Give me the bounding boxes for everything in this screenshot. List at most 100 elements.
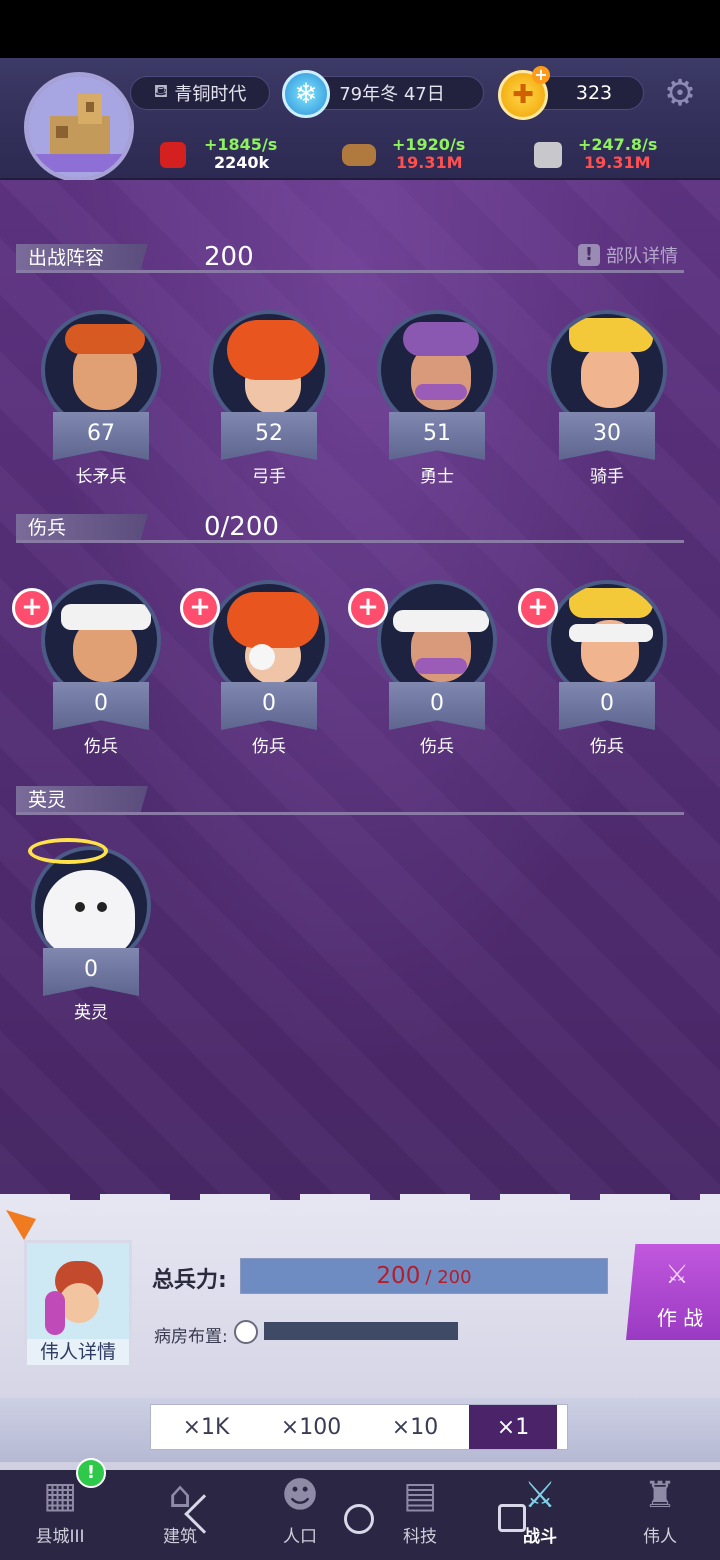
stone-icon <box>534 142 562 168</box>
nav-building-label: 建筑 <box>163 1527 197 1547</box>
heal-plus-icon[interactable]: + <box>518 588 558 628</box>
hero-details-label: 伟人详情 <box>27 1339 129 1365</box>
era-pill[interactable]: ⛾ 青铜时代 <box>130 76 270 110</box>
era-label: 青铜时代 <box>174 84 247 105</box>
unit-spearman[interactable]: 67 长矛兵 <box>36 310 166 487</box>
archer-count-badge: 52 <box>221 412 317 460</box>
rider-name: 骑手 <box>590 467 624 487</box>
troop-details-label: 部队详情 <box>606 246 678 267</box>
unit-warrior[interactable]: 51 勇士 <box>372 310 502 487</box>
nav-tech[interactable]: ▤ 科技 <box>360 1470 480 1560</box>
home-gesture-icon[interactable] <box>344 1504 374 1534</box>
multiplier-10[interactable]: ×10 <box>361 1405 469 1449</box>
wood-icon <box>342 144 376 166</box>
rider-face-icon <box>581 344 639 408</box>
spirit-name: 英灵 <box>74 1003 108 1023</box>
fight-label: 作 战 <box>656 1306 704 1330</box>
warrior-count-badge: 51 <box>389 412 485 460</box>
total-strength-max: / 200 <box>425 1267 472 1288</box>
wounded-count: 0/200 <box>204 512 279 542</box>
wood-amount: 19.31M <box>396 153 463 172</box>
deploy-divider <box>16 270 684 273</box>
multiplier-group: ×1K ×100 ×10 ×1 <box>150 1404 568 1450</box>
ghost-icon <box>43 870 135 956</box>
city-emblem[interactable] <box>24 72 134 182</box>
ward-layout-label: 病房布置: <box>154 1327 228 1347</box>
wood-rate: +1920/s <box>392 135 466 154</box>
wounded-unit-2[interactable]: 0 伤兵 <box>204 580 334 757</box>
heal-plus-icon[interactable]: + <box>348 588 388 628</box>
alert-badge-icon: ! <box>76 1458 106 1488</box>
great-person-icon: ♜ <box>643 1475 677 1516</box>
population-icon: ☻ <box>281 1475 319 1516</box>
multiplier-1k[interactable]: ×1K <box>151 1405 261 1449</box>
wounded-unit-1[interactable]: 0 伤兵 <box>36 580 166 757</box>
nav-population-label: 人口 <box>283 1527 317 1547</box>
heal-plus-icon[interactable]: + <box>180 588 220 628</box>
unit-archer[interactable]: 52 弓手 <box>204 310 334 487</box>
status-bar <box>0 0 720 58</box>
nav-great-person-label: 伟人 <box>643 1527 677 1547</box>
feather-sword-icon: ⚔ <box>665 1260 689 1290</box>
spirit-unit[interactable]: 0 英灵 <box>26 838 156 1023</box>
spearman-count-badge: 67 <box>53 412 149 460</box>
wounded-divider <box>16 540 684 543</box>
add-coins-icon[interactable]: + <box>532 66 550 84</box>
ward-layout-bar <box>264 1322 458 1340</box>
castle-icon <box>28 76 130 178</box>
nav-population[interactable]: ☻ 人口 <box>240 1470 360 1560</box>
heal-plus-icon[interactable]: + <box>12 588 52 628</box>
wounded-unit-3[interactable]: 0 伤兵 <box>372 580 502 757</box>
wounded-unit-4[interactable]: 0 伤兵 <box>542 580 672 757</box>
spearman-name: 长矛兵 <box>75 467 127 487</box>
spirits-section-label: 英灵 <box>16 786 148 814</box>
multiplier-1[interactable]: ×1 <box>469 1405 557 1449</box>
bottom-command-panel: 伟人详情 总兵力: 200 / 200 病房布置: ⚔ 作 战 ×1K ×100… <box>0 1194 720 1470</box>
resource-stone: +247.8/s 19.31M <box>530 136 680 176</box>
wounded-count-badge-2: 0 <box>221 682 317 730</box>
settings-gear-icon[interactable]: ⚙ <box>660 74 700 114</box>
game-date: 79年冬 47日 <box>339 84 445 105</box>
meat-icon <box>160 142 186 168</box>
deploy-section-label: 出战阵容 <box>16 244 148 272</box>
resource-wood: +1920/s 19.31M <box>340 136 490 176</box>
nav-great-person[interactable]: ♜ 伟人 <box>600 1470 720 1560</box>
fight-button[interactable]: ⚔ 作 战 <box>626 1244 720 1340</box>
total-strength-bar: 200 / 200 <box>240 1258 608 1294</box>
nav-tech-label: 科技 <box>403 1527 437 1547</box>
recents-gesture-icon[interactable] <box>498 1504 526 1532</box>
wounded-count-badge-1: 0 <box>53 682 149 730</box>
total-strength-current: 200 <box>376 1263 421 1289</box>
warrior-name: 勇士 <box>420 467 454 487</box>
halo-icon <box>28 838 108 864</box>
bottom-nav: ▦ 县城III ! ⌂ 建筑 ☻ 人口 ▤ 科技 ⚔ 战斗 ♜ 伟人 <box>0 1458 720 1560</box>
rider-count-badge: 30 <box>559 412 655 460</box>
wounded-count-badge-3: 0 <box>389 682 485 730</box>
hero-portrait <box>27 1243 129 1339</box>
food-rate: +1845/s <box>204 135 278 154</box>
wounded-name-1: 伤兵 <box>84 737 118 757</box>
hero-card[interactable]: 伟人详情 <box>24 1240 132 1368</box>
archer-name: 弓手 <box>252 467 286 487</box>
spirits-divider <box>16 812 684 815</box>
coins-value: 323 <box>575 82 613 104</box>
info-icon: ! <box>578 244 600 266</box>
clock-icon <box>234 1320 258 1344</box>
wall-crenellation <box>0 1194 720 1212</box>
unit-rider[interactable]: 30 骑手 <box>542 310 672 487</box>
hero-axe-icon <box>6 1210 36 1240</box>
nav-city[interactable]: ▦ 县城III <box>0 1470 120 1560</box>
top-resource-bar: ⛾ 青铜时代 79年冬 47日 ❄ 323 ✚ + ⚙ +1845/s 2240… <box>0 58 720 182</box>
wounded-section-label: 伤兵 <box>16 514 148 542</box>
wounded-name-3: 伤兵 <box>420 737 454 757</box>
wounded-name-4: 伤兵 <box>590 737 624 757</box>
multiplier-100[interactable]: ×100 <box>261 1405 361 1449</box>
troop-details-link[interactable]: ! 部队详情 <box>578 242 678 268</box>
stone-amount: 19.31M <box>584 153 651 172</box>
nav-city-label: 县城III <box>35 1527 85 1547</box>
food-amount: 2240k <box>214 153 270 172</box>
wounded-name-2: 伤兵 <box>252 737 286 757</box>
army-panel: 出战阵容 200 ! 部队详情 67 长矛兵 52 弓手 51 勇士 30 骑手… <box>0 180 720 1200</box>
snowflake-icon: ❄ <box>282 70 330 118</box>
total-strength-label: 总兵力: <box>152 1268 227 1293</box>
